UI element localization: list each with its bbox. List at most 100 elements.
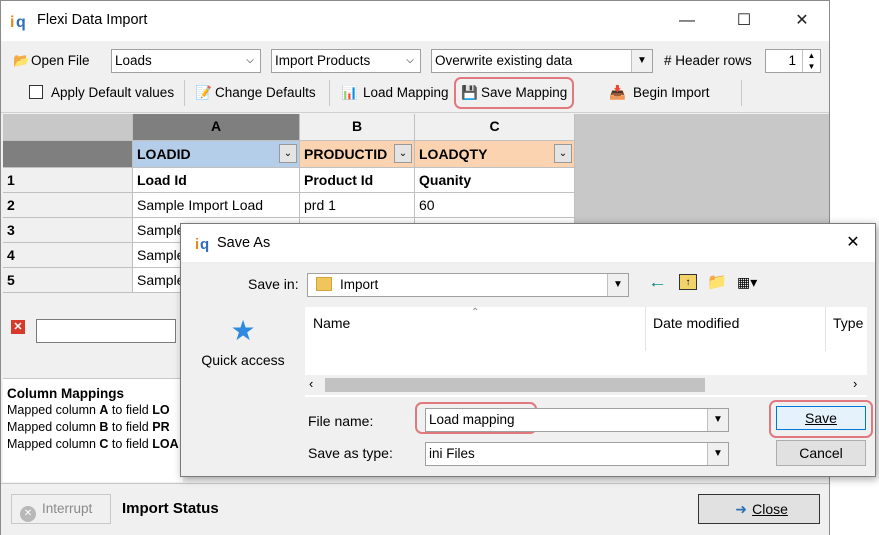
svg-text:q: q: [16, 14, 26, 31]
change-defaults-button[interactable]: 📝 Change Defaults: [195, 80, 316, 106]
chevron-down-icon: ▼: [707, 409, 728, 431]
row-number: 3: [3, 218, 133, 243]
save-in-select[interactable]: Import ▼: [307, 273, 629, 297]
grid-corner: [3, 114, 133, 141]
column-divider: [825, 307, 826, 351]
app-logo-icon: iq: [10, 11, 32, 31]
grid-cell[interactable]: Quanity: [415, 168, 575, 193]
import-status-label: Import Status: [122, 500, 219, 517]
import-mode-select[interactable]: Overwrite existing data ▼: [431, 49, 653, 73]
dialog-title: Save As: [217, 235, 271, 251]
scroll-thumb[interactable]: [325, 378, 705, 392]
grid-cell[interactable]: Sample Import Load: [133, 193, 300, 218]
column-type[interactable]: Type: [833, 315, 863, 331]
back-arrow-icon[interactable]: 🠀: [651, 274, 664, 301]
exit-door-icon: ➜: [735, 501, 747, 517]
save-as-dialog: iq Save As ✕ Save in: Import ▼ 🠀 ↑ 📁 ▦▾ …: [180, 223, 876, 477]
close-dialog-button[interactable]: ✕: [831, 224, 875, 262]
save-button[interactable]: Save: [776, 406, 866, 430]
window-title: Flexi Data Import: [37, 12, 148, 28]
begin-import-button[interactable]: 📥 Begin Import: [609, 80, 710, 106]
load-mapping-button[interactable]: 📊 Load Mapping: [341, 80, 449, 106]
apply-defaults-checkbox[interactable]: Apply Default values: [29, 80, 174, 106]
grid-cell[interactable]: 60: [415, 193, 575, 218]
cancel-circle-icon: ✕: [20, 506, 36, 522]
view-menu-icon[interactable]: ▦▾: [737, 274, 757, 291]
mapping-line: Mapped column A to field LO: [7, 403, 170, 417]
row-number: 4: [3, 243, 133, 268]
chevron-down-icon[interactable]: ⌄: [394, 144, 412, 163]
row-header-blank: [3, 141, 133, 168]
horizontal-scrollbar[interactable]: ‹ ›: [305, 375, 867, 395]
quick-access-button[interactable]: ★ Quick access: [193, 316, 293, 371]
column-name[interactable]: Name: [313, 315, 350, 331]
table-select[interactable]: Loads ⌵: [111, 49, 261, 73]
new-folder-icon[interactable]: 📁: [707, 272, 727, 292]
grid-cell[interactable]: prd 1: [300, 193, 415, 218]
mapping-line: Mapped column C to field LOA: [7, 437, 179, 451]
file-list[interactable]: ⌃ Name Date modified Type ‹ ›: [305, 307, 867, 397]
profile-select[interactable]: Import Products ⌵: [271, 49, 421, 73]
column-divider: [645, 307, 646, 351]
svg-text:i: i: [10, 14, 14, 31]
svg-text:i: i: [195, 236, 199, 253]
up-folder-icon[interactable]: ↑: [679, 274, 697, 290]
toolbar-separator: [329, 80, 330, 106]
cancel-button[interactable]: Cancel: [776, 440, 866, 466]
column-header-c[interactable]: C: [415, 114, 575, 141]
row-number: 5: [3, 268, 133, 293]
grid-cell[interactable]: Load Id: [133, 168, 300, 193]
sort-up-icon: ⌃: [471, 307, 480, 318]
chevron-down-icon: ⌵: [246, 55, 254, 66]
chevron-down-icon: ▼: [707, 443, 728, 465]
column-date-modified[interactable]: Date modified: [653, 315, 739, 331]
toolbar-separator: [741, 80, 742, 106]
import-icon: 📥: [609, 85, 626, 100]
field-select-b[interactable]: PRODUCTID ⌄: [300, 141, 415, 168]
chevron-down-icon[interactable]: ⌄: [554, 144, 572, 163]
document-edit-icon: 📝: [195, 85, 212, 100]
chevron-down-icon: ⌵: [406, 55, 414, 66]
minimize-button[interactable]: —: [664, 1, 710, 41]
header-rows-stepper[interactable]: 1 ▲ ▼: [765, 49, 821, 73]
chevron-down-icon[interactable]: ⌄: [279, 144, 297, 163]
mapping-line: Mapped column B to field PR: [7, 420, 170, 434]
header-rows-label: # Header rows: [664, 53, 752, 68]
dialog-title-bar: iq Save As ✕: [181, 224, 875, 262]
folder-icon: [316, 277, 332, 291]
quick-access-label: Quick access: [201, 352, 285, 368]
maximize-button[interactable]: ☐: [721, 1, 767, 41]
save-mapping-button[interactable]: 💾 Save Mapping: [454, 77, 574, 109]
app-logo-icon: iq: [195, 234, 215, 254]
stepper-down-icon[interactable]: ▼: [802, 61, 820, 72]
file-name-input[interactable]: Load mapping ▼: [425, 408, 729, 432]
load-mapping-icon: 📊: [341, 85, 358, 100]
error-icon: ✕: [11, 320, 25, 334]
column-header-b[interactable]: B: [300, 114, 415, 141]
field-select-a[interactable]: LOADID ⌄: [133, 141, 300, 168]
column-header-a[interactable]: A: [133, 114, 300, 141]
star-icon: ★: [230, 315, 256, 346]
file-name-label: File name:: [308, 413, 374, 429]
mappings-title: Column Mappings: [7, 386, 124, 401]
chevron-down-icon: ▼: [607, 274, 628, 296]
toolbar: 📂Open File Loads ⌵ Import Products ⌵ Overw…: [1, 43, 829, 113]
svg-text:q: q: [200, 236, 209, 253]
error-input[interactable]: [36, 319, 176, 343]
interrupt-button[interactable]: ✕ Interrupt: [11, 494, 111, 524]
open-file-button[interactable]: 📂Open File: [13, 48, 99, 74]
scroll-left-icon[interactable]: ‹: [309, 376, 313, 391]
save-type-label: Save as type:: [308, 445, 393, 461]
row-number: 2: [3, 193, 133, 218]
close-window-button[interactable]: ✕: [779, 1, 825, 41]
checkbox-icon: [29, 85, 43, 99]
scroll-right-icon[interactable]: ›: [853, 376, 857, 391]
field-select-c[interactable]: LOADQTY ⌄: [415, 141, 575, 168]
toolbar-separator: [184, 80, 185, 106]
close-button[interactable]: ➜ Close: [698, 494, 820, 524]
stepper-up-icon[interactable]: ▲: [802, 50, 820, 61]
title-bar: iq Flexi Data Import — ☐ ✕: [1, 1, 829, 41]
grid-cell[interactable]: Product Id: [300, 168, 415, 193]
save-in-label: Save in:: [248, 276, 299, 292]
save-type-select[interactable]: ini Files ▼: [425, 442, 729, 466]
